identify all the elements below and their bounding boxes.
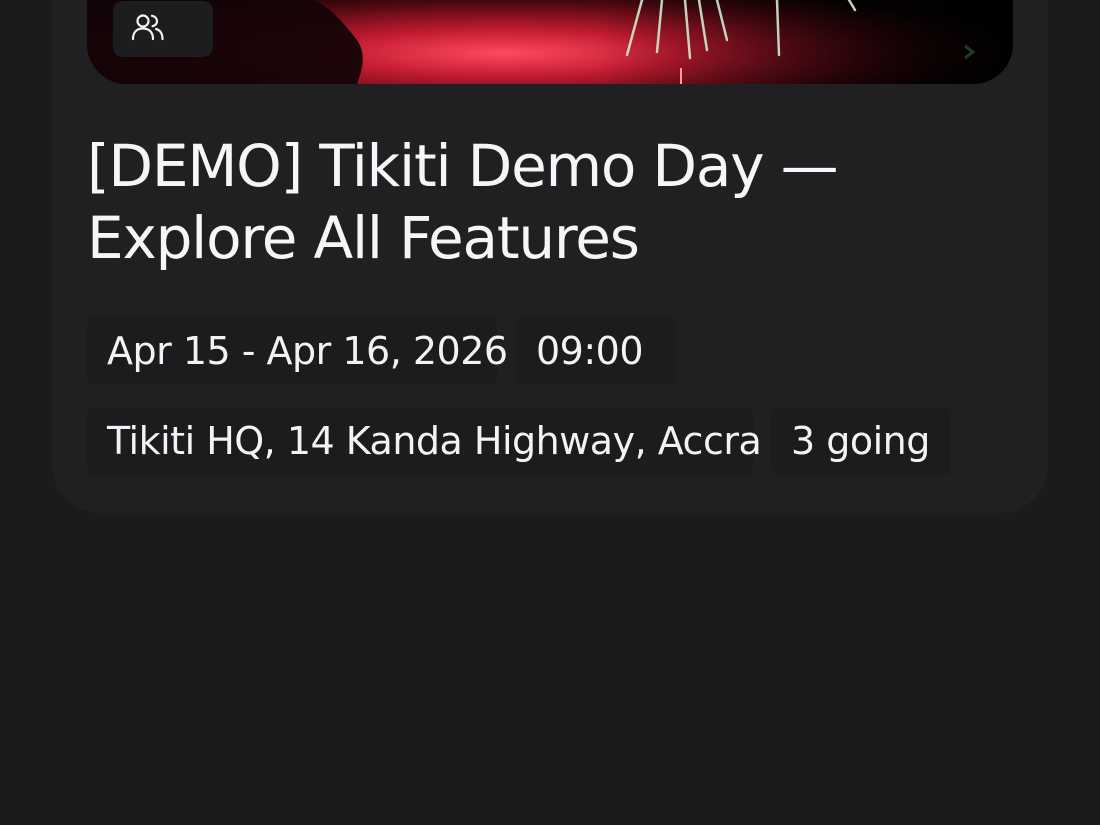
- event-date-chip: Apr 15 - Apr 16, 2026: [87, 317, 508, 385]
- attendance-count-chip[interactable]: 3 going: [771, 407, 951, 475]
- event-cover-image: [87, 0, 1013, 84]
- event-title-line-2: Explore All Features: [87, 204, 640, 272]
- event-title-line-1: [DEMO] Tikiti Demo Day —: [87, 132, 839, 200]
- event-title: [DEMO] Tikiti Demo Day — Explore All Fea…: [87, 130, 987, 274]
- event-time-chip: 09:00: [516, 317, 676, 385]
- users-icon: [131, 12, 165, 46]
- attendees-button[interactable]: [113, 1, 213, 57]
- event-venue-chip[interactable]: Tikiti HQ, 14 Kanda Highway, Accra: [87, 407, 762, 475]
